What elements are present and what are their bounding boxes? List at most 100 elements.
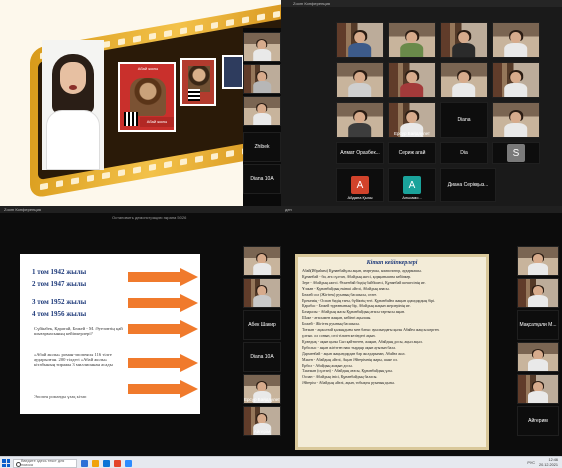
participant-tile[interactable] bbox=[492, 102, 540, 138]
participant-name: Ерсұр Байдаулет bbox=[244, 397, 280, 402]
language-indicator[interactable]: РУС bbox=[527, 461, 535, 465]
participant-tile[interactable]: Dia bbox=[440, 142, 488, 164]
chrome-icon[interactable] bbox=[114, 459, 121, 467]
participant-name: Алмат Оразбек... bbox=[340, 150, 380, 156]
screen-collage: Абай жолы Абай жолы Zhibek Diana 10A Zoo… bbox=[0, 0, 562, 468]
qr-code-image-2 bbox=[188, 89, 200, 101]
document-line: Әйгерім - Абайдың әйелі, ақын, тобықты р… bbox=[302, 381, 395, 386]
participant-tile[interactable]: Алмат Оразбек... bbox=[336, 142, 384, 164]
participant-tile[interactable] bbox=[517, 278, 559, 308]
participant-tile[interactable]: Ерсұр Байдаулет bbox=[243, 374, 281, 404]
avatar-letter: S bbox=[507, 144, 525, 162]
taskbar: Введите здесь текст для поиска РУС 12:46… bbox=[0, 456, 562, 468]
participant-tile[interactable]: A Айдана Қызы bbox=[336, 168, 384, 202]
window-title: Zoom Конференция bbox=[4, 207, 41, 212]
participant-tile[interactable] bbox=[517, 374, 559, 404]
frame-caption: Абай жолы bbox=[140, 117, 174, 127]
participant-tile[interactable] bbox=[440, 22, 488, 58]
screen-share-slide: Zoom Конференция Остановить демонстрацию… bbox=[0, 206, 281, 456]
participant-tile[interactable] bbox=[243, 32, 281, 62]
participant-name: Diana bbox=[457, 117, 471, 123]
participant-tile[interactable] bbox=[336, 22, 384, 58]
participant-tile[interactable] bbox=[243, 278, 281, 308]
speaker-video bbox=[42, 40, 104, 170]
participant-tile[interactable] bbox=[243, 96, 281, 126]
windows-start-icon[interactable] bbox=[2, 459, 10, 467]
participant-tile[interactable]: Сериж агай bbox=[388, 142, 436, 164]
document-page: Кітап кейіпкерлері Абай(Ибраһим) Құнанба… bbox=[295, 254, 489, 450]
participant-tile[interactable]: A Альсамо... bbox=[388, 168, 436, 202]
screen-share-document: ден Кітап кейіпкерлері Абай(Ибраһим) Құн… bbox=[281, 206, 562, 456]
clock[interactable]: 12:46 20.12.2021 bbox=[539, 458, 558, 468]
slide-line: 1 том 1942 жылы bbox=[32, 268, 87, 276]
participant-name: Diana 10A bbox=[250, 354, 274, 360]
participant-name: Сериж агай bbox=[398, 150, 426, 156]
participant-tile[interactable] bbox=[388, 62, 436, 98]
participant-tile[interactable] bbox=[336, 102, 384, 138]
taskbar-left: Введите здесь текст для поиска bbox=[0, 457, 132, 468]
participant-name: Айгерим bbox=[528, 418, 548, 424]
arrow-shape bbox=[128, 294, 198, 312]
participant-tile[interactable]: Diana 10A bbox=[243, 342, 281, 372]
participant-tile[interactable] bbox=[243, 64, 281, 94]
window-titlebar: Zoom Конференция bbox=[281, 0, 562, 7]
edge-icon[interactable] bbox=[103, 459, 110, 467]
presentation-film-strip: Абай жолы Абай жолы Zhibek Diana 10A bbox=[0, 0, 281, 206]
participant-tile[interactable] bbox=[336, 62, 384, 98]
participant-tile[interactable]: Айгерім bbox=[243, 406, 281, 436]
taskview-icon[interactable] bbox=[81, 459, 88, 467]
book-cover-frame: Абай жолы Абай жолы bbox=[118, 62, 176, 132]
participant-tile[interactable] bbox=[492, 22, 540, 58]
taskbar-search[interactable]: Введите здесь текст для поиска bbox=[13, 458, 77, 468]
zoom-icon[interactable] bbox=[125, 459, 132, 467]
portrait-image bbox=[130, 78, 166, 116]
arrow-shape bbox=[128, 320, 198, 338]
participant-name: Dia bbox=[460, 150, 468, 156]
presentation-slide: 1 том 1942 жылы 2 том 1947 жылы 3 том 19… bbox=[20, 254, 200, 414]
slide-question: Сүйінбек, Қаратай, Бөжей - М. Әуезовтің … bbox=[34, 326, 123, 336]
window-titlebar: Zoom Конференция bbox=[0, 206, 281, 213]
taskbar-right: РУС 12:46 20.12.2021 bbox=[527, 457, 558, 468]
participant-tile[interactable]: Айгерим bbox=[517, 406, 559, 436]
participant-tile[interactable]: Diana bbox=[440, 102, 488, 138]
participant-tile[interactable]: Абек Шакир bbox=[243, 310, 281, 340]
stop-share-label[interactable]: Остановить демонстрацию экрана 5026 bbox=[112, 215, 186, 220]
participant-tile[interactable] bbox=[440, 62, 488, 98]
participant-name: Мақсатқали М... bbox=[519, 322, 557, 328]
slide-line: 3 том 1952 жылы bbox=[32, 298, 87, 306]
participant-tile[interactable] bbox=[492, 62, 540, 98]
participant-tile[interactable]: Diana 10A bbox=[243, 164, 281, 194]
slide-line: 4 том 1956 жылы bbox=[32, 310, 87, 318]
file-explorer-icon[interactable] bbox=[92, 459, 99, 467]
participant-tile[interactable] bbox=[517, 246, 559, 276]
participant-strip: Абек Шакир Diana 10A Ерсұр Байдаулет Айг… bbox=[243, 246, 281, 446]
participant-name: Айгерім bbox=[253, 429, 271, 434]
document-heading: Кітап кейіпкерлері bbox=[366, 260, 418, 266]
participant-tile[interactable] bbox=[388, 22, 436, 58]
slide-quote: «Абай жолы» роман-эпопеясы 116 тілге ауд… bbox=[34, 352, 113, 367]
participant-name: Абек Шакир bbox=[248, 322, 276, 328]
clock-date: 20.12.2021 bbox=[538, 463, 558, 467]
arrow-shape bbox=[128, 380, 198, 398]
avatar-letter: A bbox=[351, 176, 369, 194]
slide-line: 2 том 1947 жылы bbox=[32, 280, 87, 288]
participant-tile[interactable] bbox=[243, 246, 281, 276]
participant-name: Диана Серікқыз... bbox=[447, 182, 489, 188]
participant-tile[interactable] bbox=[517, 342, 559, 372]
participant-name: Альсамо... bbox=[402, 195, 422, 200]
participant-tile[interactable]: Мақсатқали М... bbox=[517, 310, 559, 340]
book-cover-frame-2 bbox=[180, 58, 216, 106]
document-body: Абай(Ибраһим) Құнанбайұлы ақын, ағартушы… bbox=[302, 269, 482, 387]
gallery-view: Zoom Конференция Ерсұр Байдаулет Diana А… bbox=[281, 0, 562, 206]
window-title: ден bbox=[285, 207, 292, 212]
arrow-shape bbox=[128, 268, 198, 286]
participant-tile[interactable]: Диана Серікқыз... bbox=[440, 168, 496, 202]
participant-tile[interactable]: Zhibek bbox=[243, 132, 281, 162]
participant-name: Zhibek bbox=[254, 144, 270, 150]
arrow-shape bbox=[128, 354, 198, 372]
participant-strip: Мақсатқали М... Айгерим bbox=[509, 246, 562, 446]
avatar-letter: A bbox=[403, 176, 421, 194]
participant-tile[interactable]: Ерсұр Байдаулет bbox=[388, 102, 436, 138]
participant-name: Diana 10A bbox=[250, 176, 274, 182]
participant-tile[interactable]: S bbox=[492, 142, 540, 164]
